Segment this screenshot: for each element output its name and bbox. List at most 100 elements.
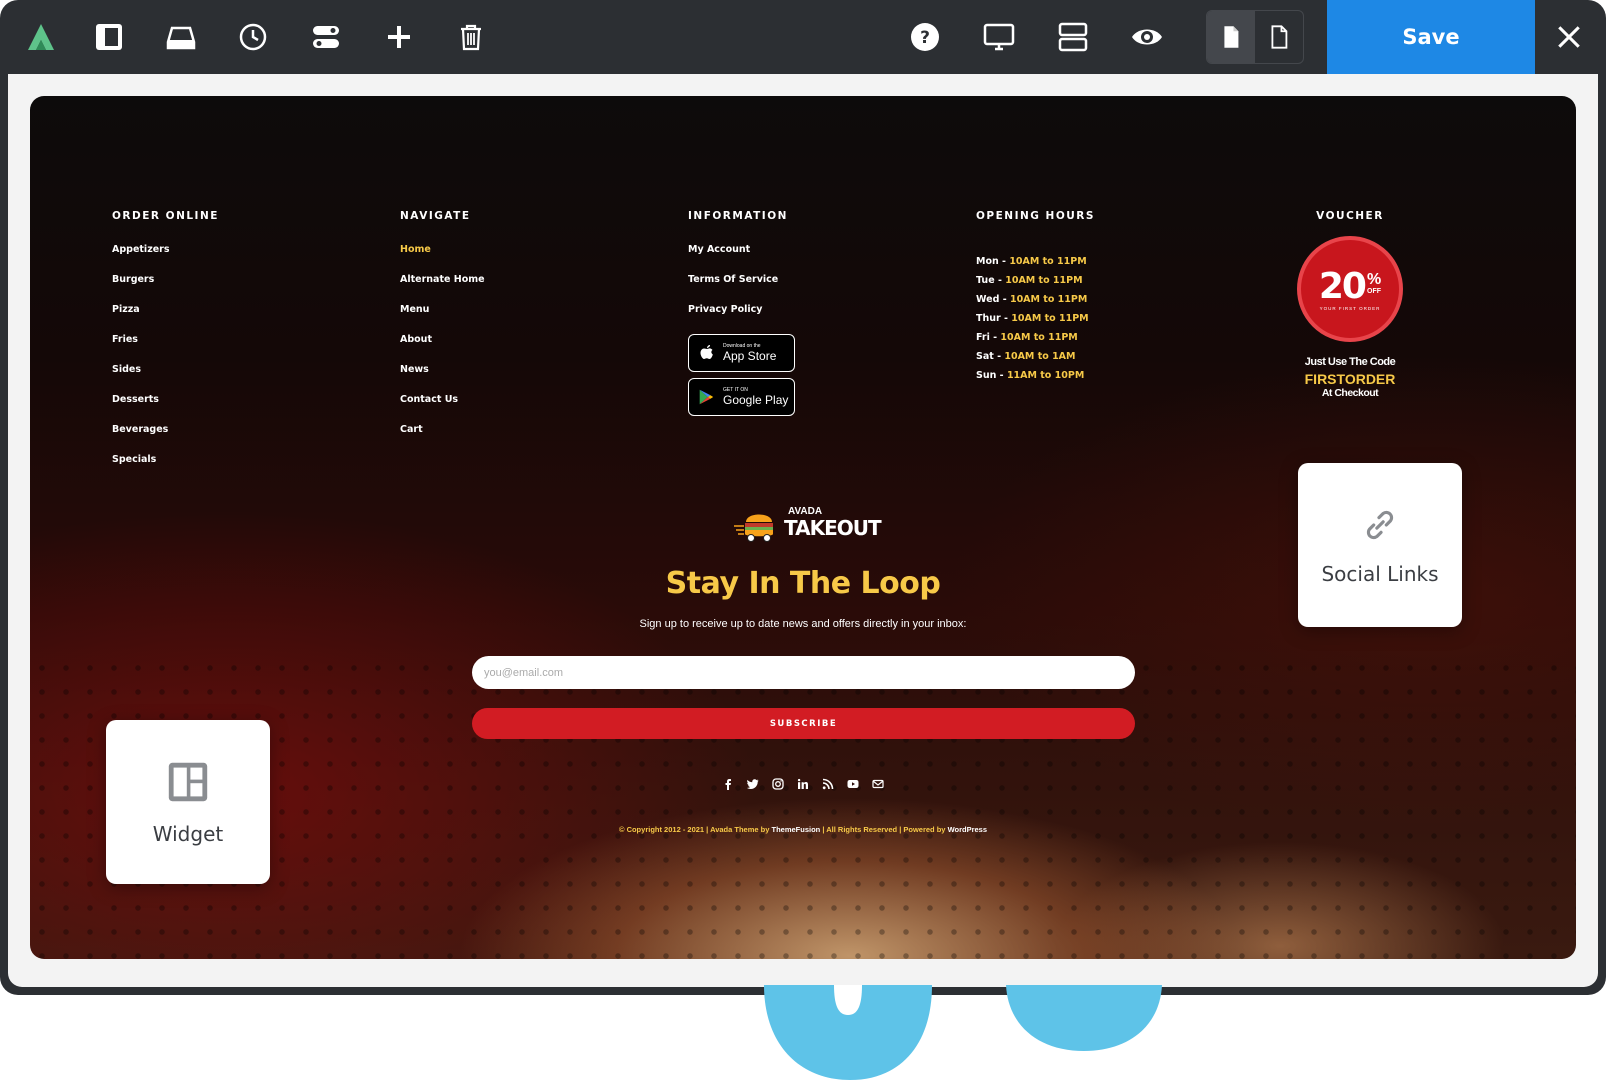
voucher-column: VOUCHER 20 % OFF YOUR FIRST ORDER Just U… (1260, 210, 1440, 399)
social-links-card[interactable]: Social Links (1298, 463, 1462, 627)
footer-link[interactable]: Burgers (112, 274, 219, 304)
hours-row: Tue - 10AM to 11PM (976, 275, 1083, 286)
hours-day: Fri (976, 332, 990, 343)
footer-link-active[interactable]: Home (400, 244, 485, 274)
logo-brand-text: TAKEOUT (784, 516, 882, 540)
history-icon[interactable] (234, 18, 272, 56)
layout-sections-icon[interactable] (1054, 18, 1092, 56)
email-input[interactable] (472, 656, 1135, 689)
hours-time: 11AM to 10PM (1006, 370, 1085, 381)
add-icon[interactable] (380, 18, 418, 56)
close-icon[interactable] (1548, 16, 1590, 58)
footer-link[interactable]: Cart (400, 424, 485, 454)
hours-day: Tue (976, 275, 995, 286)
navigate-column: NAVIGATE Home Alternate Home Menu About … (400, 210, 485, 454)
desktop-icon[interactable] (980, 18, 1018, 56)
hours-time: 10AM to 11PM (1009, 256, 1087, 267)
column-heading: INFORMATION (688, 210, 788, 222)
hours-row: Wed - 10AM to 11PM (976, 294, 1088, 305)
footer-link[interactable]: Alternate Home (400, 274, 485, 304)
column-heading: ORDER ONLINE (112, 210, 219, 222)
hours-row: Sat - 10AM to 1AM (976, 351, 1076, 362)
decorative-blobs (764, 985, 1162, 1080)
twitter-icon[interactable] (745, 776, 761, 792)
save-button[interactable]: Save (1327, 0, 1535, 74)
voucher-percent-sign: % (1366, 270, 1382, 288)
footer-link[interactable]: Specials (112, 454, 219, 484)
footer-link[interactable]: Fries (112, 334, 219, 364)
toggle-icon[interactable] (307, 18, 345, 56)
facebook-icon[interactable] (720, 776, 736, 792)
hours-day: Thur (976, 313, 1001, 324)
hours-time: 10AM to 11PM (1000, 332, 1078, 343)
opening-hours-column: OPENING HOURS Mon - 10AM to 11PM Tue - 1… (976, 210, 1095, 389)
app-store-badge[interactable]: Download on the App Store (688, 334, 795, 372)
trash-icon[interactable] (452, 18, 490, 56)
hours-time: 10AM to 1AM (1004, 351, 1076, 362)
voucher-off: OFF (1367, 287, 1382, 295)
footer-link[interactable]: Privacy Policy (688, 304, 795, 334)
hours-day: Mon (976, 256, 999, 267)
hours-time: 10AM to 11PM (1009, 294, 1088, 305)
burger-icon (734, 514, 773, 542)
svg-text:?: ? (920, 28, 930, 48)
library-icon[interactable] (162, 18, 200, 56)
linkedin-icon[interactable] (795, 776, 811, 792)
voucher-line2: At Checkout (1321, 387, 1379, 399)
footer-link[interactable]: Pizza (112, 304, 219, 334)
voucher-percent: 20 (1318, 265, 1367, 307)
footer-link[interactable]: Beverages (112, 424, 219, 454)
copyright-author-link[interactable]: ThemeFusion (772, 825, 821, 834)
youtube-icon[interactable] (845, 776, 861, 792)
page-mode-switch (1206, 10, 1304, 64)
footer-link[interactable]: About (400, 334, 485, 364)
hours-row: Sun - 11AM to 10PM (976, 370, 1085, 381)
hours-time: 10AM to 11PM (1005, 275, 1083, 286)
sidebar-panel-icon[interactable] (90, 18, 128, 56)
help-icon[interactable]: ? (906, 18, 944, 56)
rss-icon[interactable] (820, 776, 836, 792)
instagram-icon[interactable] (770, 776, 786, 792)
hours-day: Sun (976, 370, 997, 381)
footer-link[interactable]: Contact Us (400, 394, 485, 424)
hours-time: 10AM to 11PM (1011, 313, 1089, 324)
google-play-icon (699, 389, 714, 405)
column-heading: NAVIGATE (400, 210, 471, 222)
footer-link[interactable]: Appetizers (112, 244, 219, 274)
footer-link[interactable]: Desserts (112, 394, 219, 424)
copyright-platform-link[interactable]: WordPress (948, 825, 987, 834)
column-heading: VOUCHER (1316, 210, 1384, 222)
mail-icon[interactable] (870, 776, 886, 792)
preview-eye-icon[interactable] (1128, 18, 1166, 56)
order-online-column: ORDER ONLINE Appetizers Burgers Pizza Fr… (112, 210, 219, 484)
page-outline-icon[interactable] (1255, 11, 1303, 63)
page-icon[interactable] (1207, 11, 1255, 63)
card-label: Social Links (1321, 562, 1439, 586)
link-icon (1366, 510, 1394, 540)
footer-link[interactable]: News (400, 364, 485, 394)
footer-link[interactable]: Sides (112, 364, 219, 394)
voucher-badge: 20 % OFF YOUR FIRST ORDER (1297, 236, 1403, 342)
apple-icon (700, 345, 713, 359)
information-column: INFORMATION My Account Terms Of Service … (688, 210, 795, 422)
badge-big-text: Google Play (723, 393, 789, 407)
hours-row: Fri - 10AM to 11PM (976, 332, 1078, 343)
hours-day: Wed (976, 294, 1000, 305)
builder-toolbar: ? Save (0, 0, 1606, 74)
avada-logo-icon[interactable] (22, 18, 60, 56)
copyright-prefix: © Copyright 2012 - 2021 | Avada Theme by (618, 825, 772, 834)
footer-link[interactable]: Menu (400, 304, 485, 334)
column-heading: OPENING HOURS (976, 210, 1095, 222)
widget-icon (168, 762, 208, 802)
google-play-badge[interactable]: GET IT ON Google Play (688, 378, 795, 416)
footer-link[interactable]: My Account (688, 244, 795, 274)
card-label: Widget (152, 822, 224, 846)
widget-card[interactable]: Widget (106, 720, 270, 884)
badge-big-text: App Store (723, 349, 777, 363)
voucher-line1: Just Use The Code (1304, 356, 1396, 368)
takeout-logo[interactable]: AVADA TAKEOUT (732, 506, 892, 546)
subscribe-button[interactable]: SUBSCRIBE (472, 708, 1135, 739)
voucher-sub: YOUR FIRST ORDER (1319, 305, 1381, 311)
footer-link[interactable]: Terms Of Service (688, 274, 795, 304)
hours-row: Mon - 10AM to 11PM (976, 256, 1087, 267)
